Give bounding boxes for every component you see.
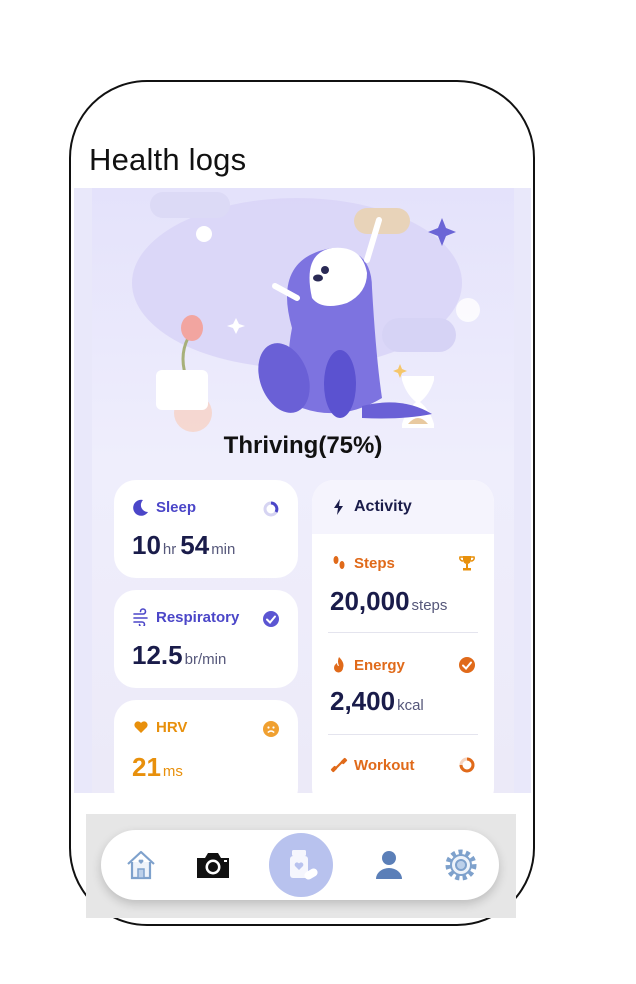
energy-value: 2,400 kcal [330,686,428,717]
hrv-card[interactable]: HRV 21 ms [114,700,298,793]
hrv-number: 21 [132,752,161,782]
settings-icon [445,849,477,881]
progress-ring-icon [263,501,279,517]
sleep-card[interactable]: Sleep 10 hr 54 min [114,480,298,578]
workout-header: Workout [330,756,415,774]
sleep-hours-unit: hr [162,541,177,558]
activity-card[interactable]: Activity Steps 20,000 steps Energy 2,400… [312,480,494,793]
progress-ring-icon [459,757,475,773]
energy-label: Energy [354,656,405,674]
nav-medicine[interactable] [269,833,333,897]
activity-header: Activity [330,498,412,516]
page-title: Health logs [89,142,247,177]
nav-profile[interactable] [359,830,419,900]
sleep-minutes: 54 [180,530,210,560]
otter-illustration [156,208,456,428]
activity-label: Activity [354,498,412,515]
steps-value: 20,000 steps [330,586,451,617]
nav-home[interactable] [111,830,171,900]
bottom-nav [101,830,499,900]
respiratory-label: Respiratory [156,608,240,626]
steps-header: Steps [330,554,395,572]
home-icon [127,850,155,880]
dumbbell-icon [330,757,348,773]
respiratory-header: Respiratory [132,608,239,626]
moon-icon [133,499,148,516]
hrv-label: HRV [156,718,188,736]
energy-header: Energy [330,656,405,674]
steps-number: 20,000 [330,586,410,616]
energy-unit: kcal [397,697,424,714]
app-screen: Thriving(75%) Sleep 10 hr 54 min Respira… [74,188,531,793]
sad-face-icon [263,721,279,737]
footsteps-icon [333,556,345,569]
check-circle-icon [263,611,279,627]
nav-camera[interactable] [183,830,243,900]
hrv-value: 21 ms [132,752,187,783]
check-circle-icon [459,657,475,673]
heart-icon [134,721,148,733]
divider [328,734,478,735]
sleep-header: Sleep [132,498,196,516]
screen-background: Thriving(75%) Sleep 10 hr 54 min Respira… [92,188,514,793]
medicine-icon [290,850,318,880]
hrv-header: HRV [132,718,187,736]
hrv-unit: ms [162,763,183,780]
steps-unit: steps [411,597,448,614]
respiratory-unit: br/min [184,651,227,668]
lightning-icon [334,499,343,515]
energy-number: 2,400 [330,686,396,716]
nav-settings[interactable] [431,830,491,900]
respiratory-number: 12.5 [132,640,183,670]
respiratory-value: 12.5 br/min [132,640,230,671]
divider [328,632,478,633]
sleep-label: Sleep [156,498,197,516]
profile-icon [376,851,402,879]
sleep-value: 10 hr 54 min [132,530,239,561]
sleep-hours: 10 [132,530,161,560]
camera-icon [197,853,229,878]
steps-label: Steps [354,554,395,572]
workout-label: Workout [354,756,415,774]
respiratory-card[interactable]: Respiratory 12.5 br/min [114,590,298,688]
trophy-icon [459,556,475,571]
sleep-minutes-unit: min [211,541,236,558]
wellness-status: Thriving(75%) [223,432,383,459]
wind-icon [133,608,148,626]
flame-icon [334,657,344,673]
